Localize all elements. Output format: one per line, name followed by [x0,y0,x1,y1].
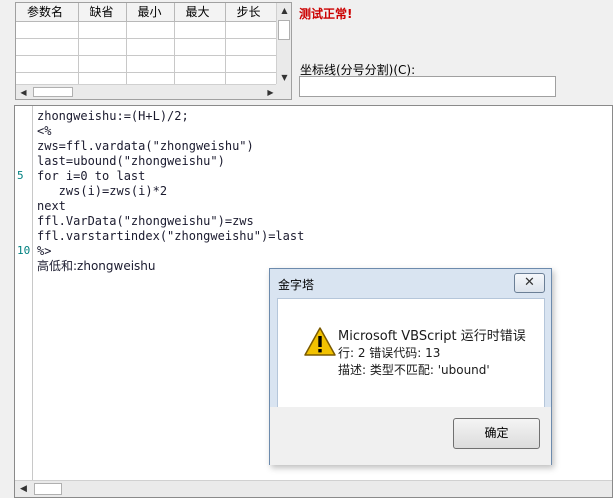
scroll-down-arrow-icon[interactable]: ▼ [277,70,291,85]
scroll-up-arrow-icon[interactable]: ▲ [277,3,291,18]
line-number: 10 [17,244,31,257]
table-cell[interactable] [225,38,277,56]
error-dialog: 金字塔 ✕ Microsoft VBScript 运行时错误 行: 2 错误代码… [269,268,552,465]
column-header-default[interactable]: 缺省 [78,3,127,22]
table-cell[interactable] [16,38,79,56]
code-line[interactable]: zhongweishu:=(H+L)/2; [37,109,304,124]
code-text[interactable]: zhongweishu:=(H+L)/2; <% zws=ffl.vardata… [37,109,304,274]
line-number-gutter: 5 10 [15,106,33,497]
dialog-body: Microsoft VBScript 运行时错误 行: 2 错误代码: 13 描… [277,298,545,408]
table-cell[interactable] [174,55,226,73]
scrollbar-thumb[interactable] [278,20,290,40]
error-title: Microsoft VBScript 运行时错误 [338,329,526,344]
table-cell[interactable] [126,21,175,39]
code-line[interactable]: zws(i)=zws(i)*2 [37,184,304,199]
table-cell[interactable] [78,38,127,56]
table-row[interactable] [16,55,277,73]
table-cell[interactable] [16,21,79,39]
code-line[interactable]: zws=ffl.vardata("zhongweishu") [37,139,304,154]
code-line[interactable]: ffl.varstartindex("zhongweishu")=last [37,229,304,244]
table-row[interactable] [16,21,277,39]
table-cell[interactable] [78,55,127,73]
code-line[interactable]: next [37,199,304,214]
scrollbar-thumb[interactable] [33,87,73,97]
code-line[interactable]: <% [37,124,304,139]
scroll-left-arrow-icon[interactable]: ◀ [15,481,32,497]
column-header-name[interactable]: 参数名 [16,3,79,22]
table-cell[interactable] [126,38,175,56]
scrollbar-corner [276,84,291,99]
table-row[interactable] [16,38,277,56]
code-line[interactable]: for i=0 to last [37,169,304,184]
warning-icon [304,327,336,356]
table-cell[interactable] [174,21,226,39]
table-cell[interactable] [174,38,226,56]
scroll-left-arrow-icon[interactable]: ◀ [16,85,31,99]
axis-lines-input[interactable] [299,76,556,97]
param-table: 参数名 缺省 最小 最大 步长 ▲ ▼ ◀ ▶ [15,2,292,100]
status-message: 测试正常! [299,7,353,21]
dialog-footer: 确定 [270,407,551,465]
scrollbar-thumb[interactable] [34,483,62,495]
table-cell[interactable] [225,21,277,39]
code-line[interactable]: %> [37,244,304,259]
line-number: 5 [17,169,24,182]
dialog-titlebar[interactable]: 金字塔 ✕ [270,269,551,297]
dialog-title: 金字塔 [278,278,315,292]
column-header-step[interactable]: 步长 [225,3,277,22]
column-header-min[interactable]: 最小 [126,3,175,22]
error-line-info: 行: 2 错误代码: 13 [338,346,441,360]
code-line[interactable]: ffl.VarData("zhongweishu")=zws [37,214,304,229]
close-button[interactable]: ✕ [514,273,545,293]
column-header-max[interactable]: 最大 [174,3,226,22]
code-line[interactable]: last=ubound("zhongweishu") [37,154,304,169]
param-table-vertical-scrollbar[interactable]: ▲ ▼ [276,3,291,85]
table-cell[interactable] [78,21,127,39]
code-line[interactable]: 高低和:zhongweishu [37,259,304,274]
editor-horizontal-scrollbar[interactable]: ◀ [15,480,612,497]
ok-button[interactable]: 确定 [453,418,540,449]
close-icon: ✕ [524,275,535,290]
table-cell[interactable] [16,55,79,73]
error-description: 描述: 类型不匹配: 'ubound' [338,363,490,377]
param-table-horizontal-scrollbar[interactable]: ◀ ▶ [16,84,278,99]
param-table-header: 参数名 缺省 最小 最大 步长 [16,3,277,22]
param-table-grid: 参数名 缺省 最小 最大 步长 [16,3,277,90]
table-cell[interactable] [225,55,277,73]
table-cell[interactable] [126,55,175,73]
